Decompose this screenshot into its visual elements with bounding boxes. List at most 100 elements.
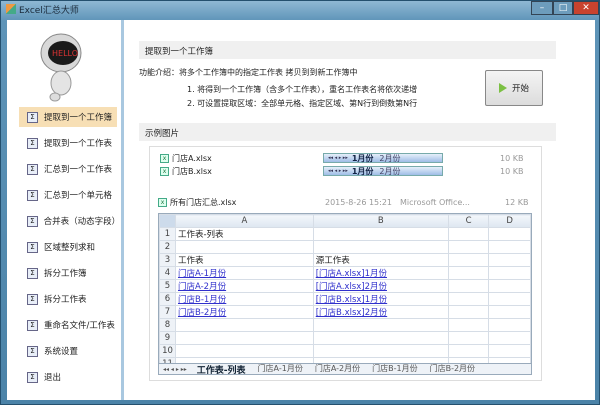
split-sheet-icon: Σ <box>27 293 38 305</box>
excel-file-icon: x <box>158 198 167 207</box>
column-header: B <box>312 214 449 228</box>
row-number: 5 <box>159 279 176 293</box>
sidebar-item-label: 拆分工作表 <box>44 295 87 305</box>
sidebar-item-label: 汇总到一个工作表 <box>44 165 113 175</box>
start-button-label: 开始 <box>511 84 529 94</box>
column-sum-icon: Σ <box>27 241 38 253</box>
table-row: 5 门店A-2月份 [门店A.xlsx]2月份 <box>159 279 531 293</box>
sidebar-item[interactable]: Σ 拆分工作簿 <box>19 263 117 283</box>
sidebar-item-label: 系统设置 <box>44 347 79 357</box>
sidebar-item-label: 汇总到一个单元格 <box>44 191 113 201</box>
app-window: Excel汇总大师 – □ ✕ HELLO Σ 提取到一个工作簿 Σ 提取到一个工作表… <box>0 0 600 405</box>
cell-b[interactable]: [门店B.xlsx]2月份 <box>316 308 387 318</box>
sidebar-item[interactable]: Σ 退出 <box>19 367 117 387</box>
result-file-type: Microsoft Office... <box>400 198 470 207</box>
window-title: Excel汇总大师 <box>19 6 79 16</box>
table-row: 2 <box>159 240 531 254</box>
play-icon <box>498 83 507 93</box>
sheet-tab: 1月份 <box>351 166 374 176</box>
column-header: A <box>174 214 314 228</box>
extract-sheet-icon: Σ <box>27 137 38 149</box>
table-row: 7 门店B-2月份 [门店B.xlsx]2月份 <box>159 305 531 319</box>
cell-b[interactable]: [门店B.xlsx]1月份 <box>316 295 387 305</box>
table-row: 10 <box>159 344 531 358</box>
sidebar-item[interactable]: Σ 区域整列求和 <box>19 237 117 257</box>
sheet-nav: ◂◂ ◂ ▸ ▸▸ <box>328 168 348 174</box>
sheet-tab[interactable]: 门店A-2月份 <box>315 363 360 375</box>
close-button[interactable]: ✕ <box>573 1 599 15</box>
robot-mascot-image: HELLO <box>40 33 82 102</box>
row-number: 3 <box>159 253 176 267</box>
extract-workbook-icon: Σ <box>27 111 38 123</box>
start-button[interactable]: 开始 <box>485 70 543 106</box>
cell-a[interactable]: 门店A-2月份 <box>178 282 226 292</box>
sheet-tab[interactable]: 门店B-2月份 <box>430 363 475 375</box>
excel-file-icon: x <box>160 154 169 163</box>
sidebar-item-label: 提取到一个工作表 <box>44 139 113 149</box>
rename-icon: Σ <box>27 319 38 331</box>
result-file-name: 所有门店汇总.xlsx <box>170 198 237 207</box>
row-number: 8 <box>159 318 176 332</box>
table-row: 1 工作表-列表 <box>159 227 531 241</box>
maximize-button[interactable]: □ <box>553 1 573 15</box>
sidebar-item[interactable]: Σ 重命名文件/工作表 <box>19 315 117 335</box>
sidebar-item-label: 区域整列求和 <box>44 243 96 253</box>
sidebar: HELLO Σ 提取到一个工作簿 Σ 提取到一个工作表 Σ 汇总到一个工作表 Σ 汇总到一个单… <box>7 20 124 400</box>
sheet-tab[interactable]: 门店B-1月份 <box>372 363 417 375</box>
sidebar-item[interactable]: Σ 系统设置 <box>19 341 117 361</box>
spreadsheet-preview: A B C D 1 工作表-列表 2 3 工作表 源工作表 4 门店A-1月份 [门店A.xls… <box>158 213 532 375</box>
row-number: 7 <box>159 305 176 319</box>
sidebar-item[interactable]: Σ 合并表（动态字段） <box>19 211 121 231</box>
excel-file-icon: x <box>160 167 169 176</box>
sheet-nav: ◂◂ ◂ ▸ ▸▸ <box>328 155 348 161</box>
sidebar-item-label: 提取到一个工作簿 <box>44 113 113 123</box>
row-number: 10 <box>159 344 176 358</box>
file-name: 门店B.xlsx <box>172 167 212 176</box>
column-header: C <box>447 214 490 228</box>
result-file-size: 12 KB <box>505 198 529 207</box>
sum-cell-icon: Σ <box>27 189 38 201</box>
sidebar-item[interactable]: Σ 拆分工作表 <box>19 289 117 309</box>
sheet-tab[interactable]: 工作表-列表 <box>197 363 246 375</box>
sidebar-item-label: 合并表（动态字段） <box>43 217 121 227</box>
example-title: 示例图片 <box>139 123 556 141</box>
main-panel: 提取到一个工作簿 功能介绍：将多个工作簿中的指定工作表 拷贝到到新工作簿中 1.… <box>129 20 595 400</box>
file-size: 10 KB <box>500 154 524 163</box>
row-number: 9 <box>159 331 176 345</box>
cell-a[interactable]: 门店B-1月份 <box>178 295 226 305</box>
sidebar-item[interactable]: Σ 提取到一个工作表 <box>19 133 117 153</box>
sheet-nav-buttons[interactable]: ◂◂ ◂ ▸ ▸▸ <box>163 366 187 373</box>
file-sheet-tabs: ◂◂ ◂ ▸ ▸▸ 1月份 2月份 <box>323 166 443 176</box>
file-name: 门店A.xlsx <box>172 154 212 163</box>
settings-icon: Σ <box>27 345 38 357</box>
cell-b[interactable]: [门店A.xlsx]1月份 <box>316 269 387 279</box>
column-header: D <box>488 214 531 228</box>
sidebar-item[interactable]: Σ 提取到一个工作簿 <box>19 107 117 127</box>
result-file-date: 2015-8-26 15:21 <box>325 198 392 207</box>
file-size: 10 KB <box>500 167 524 176</box>
cell-a[interactable]: 门店A-1月份 <box>178 269 226 279</box>
split-workbook-icon: Σ <box>27 267 38 279</box>
table-row: 3 工作表 源工作表 <box>159 253 531 267</box>
client-area: HELLO Σ 提取到一个工作簿 Σ 提取到一个工作表 Σ 汇总到一个工作表 Σ 汇总到一个单… <box>7 20 595 400</box>
sidebar-item[interactable]: Σ 汇总到一个单元格 <box>19 185 117 205</box>
sidebar-item-label: 拆分工作簿 <box>44 269 87 279</box>
minimize-button[interactable]: – <box>531 1 553 15</box>
example-image: x 门店A.xlsx ◂◂ ◂ ▸ ▸▸ 1月份 2月份 10 KB x 门店B.xls… <box>149 146 542 381</box>
sidebar-item-label: 退出 <box>44 373 62 383</box>
intro-text: 功能介绍：将多个工作簿中的指定工作表 拷贝到到新工作簿中 <box>139 68 358 77</box>
cell-a[interactable]: 门店B-2月份 <box>178 308 226 318</box>
source-file: x 门店A.xlsx <box>160 153 212 164</box>
source-file: x 门店B.xlsx <box>160 166 212 177</box>
sheet-tab: 2月份 <box>379 153 401 163</box>
table-row: 9 <box>159 331 531 345</box>
sheet-tab: 1月份 <box>351 153 374 163</box>
sidebar-item[interactable]: Σ 汇总到一个工作表 <box>19 159 117 179</box>
intro-line-1: 1. 将得到一个工作簿（含多个工作表），重名工作表名将依次递增 <box>187 85 418 94</box>
table-row: 6 门店B-1月份 [门店B.xlsx]1月份 <box>159 292 531 306</box>
cell-b[interactable]: [门店A.xlsx]2月份 <box>316 282 387 292</box>
exit-icon: Σ <box>27 371 38 383</box>
app-icon <box>6 4 16 14</box>
section-title: 提取到一个工作簿 <box>139 41 556 59</box>
sheet-tab[interactable]: 门店A-1月份 <box>258 363 303 375</box>
